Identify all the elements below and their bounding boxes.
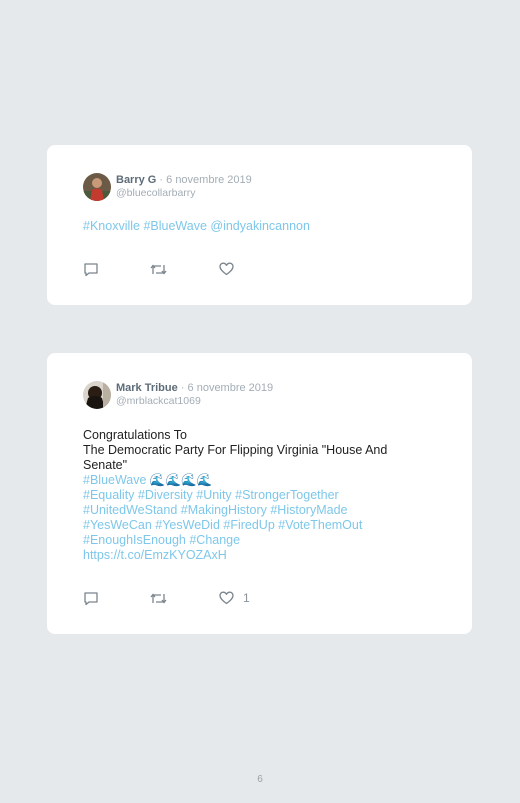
author-handle[interactable]: @mrblackcat1069 <box>116 395 201 407</box>
tweet-actions <box>83 262 383 278</box>
reply-button[interactable] <box>83 262 99 277</box>
tweet-actions: 1 <box>83 591 383 607</box>
like-icon <box>219 591 234 605</box>
hashtag-line[interactable]: #BlueWave 🌊🌊🌊🌊 <box>83 473 423 488</box>
author-handle[interactable]: @bluecollarbarry <box>116 187 196 199</box>
tweet-link[interactable]: https://t.co/EmzKYOZAxH <box>83 548 423 563</box>
tweet-date: · 6 novembre 2019 <box>180 382 274 394</box>
author-name[interactable]: Mark Tribue <box>116 382 178 394</box>
hashtag-line[interactable]: #Knoxville #BlueWave @indyakincannon <box>83 219 423 234</box>
like-icon <box>219 262 234 276</box>
retweet-icon <box>150 264 167 275</box>
like-button[interactable] <box>219 262 243 276</box>
tweet-text-line: Senate" <box>83 458 128 472</box>
hashtag-line[interactable]: #Equality #Diversity #Unity #StrongerTog… <box>83 488 423 503</box>
like-count: 1 <box>243 591 250 605</box>
retweet-icon <box>150 593 167 604</box>
tweet-text-line: The Democratic Party For Flipping Virgin… <box>83 443 388 457</box>
tweet-text-line: Congratulations To <box>83 428 188 442</box>
reply-icon <box>84 592 98 606</box>
tweet-date: · 6 novembre 2019 <box>159 174 252 186</box>
hashtag-line[interactable]: #UnitedWeStand #MakingHistory #HistoryMa… <box>83 503 423 518</box>
hashtag-line[interactable]: #EnoughIsEnough #Change <box>83 533 423 548</box>
reply-icon <box>84 263 98 277</box>
retweet-button[interactable] <box>150 591 167 606</box>
avatar[interactable] <box>83 381 111 409</box>
tweet-card: Barry G · 6 novembre 2019 @bluecollarbar… <box>47 145 472 305</box>
retweet-button[interactable] <box>150 262 167 277</box>
page-number: 6 <box>257 774 263 785</box>
reply-button[interactable] <box>83 591 99 606</box>
avatar[interactable] <box>83 173 111 201</box>
tweet-text: Congratulations To The Democratic Party … <box>83 428 423 563</box>
hashtag-line[interactable]: #YesWeCan #YesWeDid #FiredUp #VoteThemOu… <box>83 518 423 533</box>
like-button[interactable]: 1 <box>219 591 250 605</box>
tweet-text: #Knoxville #BlueWave @indyakincannon <box>83 219 423 234</box>
tweet-card: Mark Tribue · 6 novembre 2019 @mrblackca… <box>47 353 472 634</box>
author-name[interactable]: Barry G <box>116 174 156 186</box>
